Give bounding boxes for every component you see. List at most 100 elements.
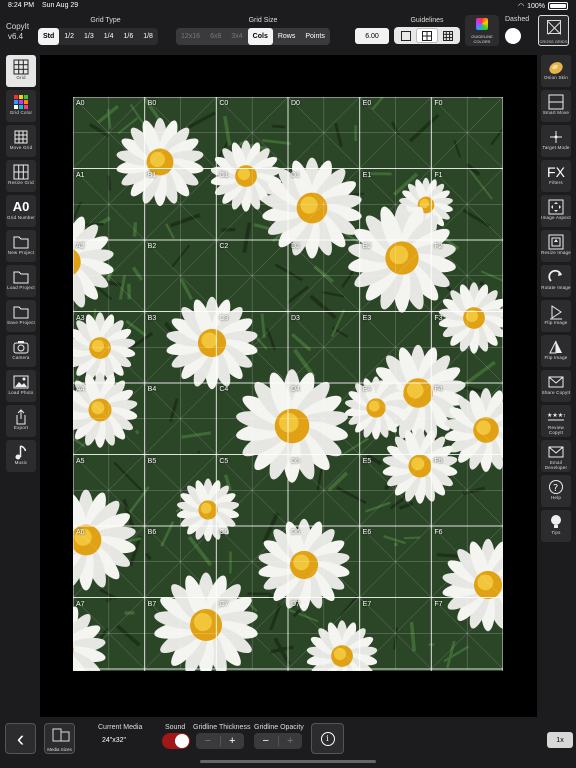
folder-icon: [12, 233, 30, 250]
smart-move-icon: [547, 93, 565, 110]
grid-cell-label: B7: [147, 600, 157, 608]
thickness-increase-button[interactable]: +: [221, 733, 245, 749]
right-tool-smart-move-button[interactable]: Smart Move: [541, 90, 571, 122]
grid-cell-label: D6: [291, 529, 300, 536]
grid-size-option-rows[interactable]: Rows: [273, 28, 301, 45]
grid-size-option-12x16[interactable]: 12x16: [176, 28, 206, 45]
left-tool-save-project-button[interactable]: Save Project: [6, 300, 36, 332]
square-icon: [400, 30, 411, 41]
left-tool-label: Export: [13, 425, 29, 430]
right-tool-help-button[interactable]: ? Help: [541, 475, 571, 507]
right-tool-label: Flip Image: [544, 355, 568, 360]
grid-type-option-1-2[interactable]: 1/2: [59, 28, 79, 45]
right-tool-flip-image-2-button[interactable]: Flip Image: [541, 335, 571, 367]
right-tool-filters-button[interactable]: FX Filters: [541, 160, 571, 192]
grid-cell-label: A0: [76, 100, 85, 107]
status-bar: 8:24 PM Sun Aug 29 ◠ 100%: [0, 0, 576, 13]
left-tool-new-project-button[interactable]: New Project: [6, 230, 36, 262]
grid-cell-label: F3: [434, 314, 443, 322]
right-tool-image-aspect-button[interactable]: Image Aspect: [541, 195, 571, 227]
left-tool-grid-color-button[interactable]: Grid Color: [6, 90, 36, 122]
thickness-decrease-button[interactable]: −: [196, 733, 220, 749]
grid-cell-label: F7: [434, 600, 443, 608]
left-tool-grid-number-button[interactable]: A0 Grid Number: [6, 195, 36, 227]
left-tool-resize-grid-button[interactable]: Resize Grid: [6, 160, 36, 192]
grid-type-option-std[interactable]: Std: [38, 28, 60, 45]
media-sizes-button[interactable]: Media Sizes: [44, 723, 75, 754]
right-tool-email-developer-button[interactable]: Email Developer: [541, 440, 571, 472]
gridline-thickness-stepper[interactable]: − +: [196, 733, 244, 749]
guidelines-label: Guidelines: [410, 17, 444, 24]
guideline-none-option[interactable]: [396, 29, 415, 42]
grid-cell-label: B3: [147, 314, 157, 322]
left-tool-label: Load Project: [7, 285, 35, 290]
mail-icon: [547, 443, 565, 460]
gridline-opacity-stepper[interactable]: − +: [254, 733, 302, 749]
right-tool-label: Smart Move: [542, 110, 570, 115]
grid-cell-label: F6: [434, 529, 443, 536]
left-tool-export-button[interactable]: Export: [6, 405, 36, 437]
move-grid-icon: [12, 128, 30, 145]
grid-cell-label: C7: [219, 600, 229, 608]
grid-cell-label: D5: [291, 457, 300, 465]
cross-grids-button[interactable]: CROSS GRIDS: [538, 15, 569, 46]
right-tool-review-copyit-button[interactable]: ★★★★★ Review CopyIt: [541, 405, 571, 437]
grid-type-option-1-6[interactable]: 1/6: [118, 28, 138, 45]
right-tool-label: Flip Image: [544, 320, 568, 325]
grid-cell-label: D3: [291, 314, 300, 322]
guideline-grid-option[interactable]: [417, 29, 437, 42]
opacity-decrease-button[interactable]: −: [254, 733, 278, 749]
left-tool-grid-button[interactable]: Grid: [6, 55, 36, 87]
zoom-level-badge[interactable]: 1x: [547, 732, 573, 748]
grid-cell-label: C5: [219, 457, 229, 465]
left-tool-load-photo-button[interactable]: Load Photo: [6, 370, 36, 402]
grid-cell-label: E4: [362, 386, 372, 393]
right-tool-label: Filters: [549, 180, 563, 185]
right-tool-resize-image-button[interactable]: Resize Image: [541, 230, 571, 262]
right-tool-share-copyit-button[interactable]: Share CopyIt: [541, 370, 571, 402]
opacity-increase-button[interactable]: +: [279, 733, 303, 749]
right-tool-label: Email Developer: [544, 460, 568, 470]
grid-size-option-cols[interactable]: Cols: [247, 28, 273, 45]
right-tool-target-mode-button[interactable]: Target Mode: [541, 125, 571, 157]
stars-icon: ★★★★★: [547, 408, 565, 425]
left-tool-label: Grid Color: [9, 110, 33, 115]
guideline-fine-grid-option[interactable]: [439, 29, 458, 42]
cross-grid-icon: [547, 20, 561, 34]
grid-type-segmented-control[interactable]: Std 1/2 1/3 1/4 1/6 1/8: [38, 28, 158, 45]
gridline-thickness-label: Gridline Thickness: [193, 724, 251, 731]
left-tool-move-grid-button[interactable]: Move Grid: [6, 125, 36, 157]
guidelines-segmented-control[interactable]: [394, 27, 460, 44]
back-button[interactable]: ‹: [5, 723, 36, 754]
grid-cell-label: E6: [362, 529, 372, 536]
right-tool-flip-image-button[interactable]: Flip Image: [541, 300, 571, 332]
grid-size-segmented-control[interactable]: 12x16 6x8 3x4 Cols Rows Points: [176, 28, 330, 45]
sound-label: Sound: [165, 724, 186, 731]
right-tool-label: Image Aspect: [541, 215, 571, 220]
right-tool-tips-button[interactable]: Tips: [541, 510, 571, 542]
app-version: v6.4: [8, 32, 24, 41]
grid-overlay[interactable]: A0 A1 A2 A3 A4 A5 A6 A7 B0 B1 B2 B3 B4 B5 B6 B7 C0 C1 C2 C3…: [73, 97, 503, 671]
guideline-colors-button[interactable]: GUIDELINE COLORS: [465, 15, 499, 46]
grid-cell-label: E5: [362, 457, 372, 465]
grid-type-option-1-4[interactable]: 1/4: [99, 28, 119, 45]
left-tool-load-project-button[interactable]: Load Project: [6, 265, 36, 297]
right-tool-rotate-image-button[interactable]: Rotate Image: [541, 265, 571, 297]
current-media-value[interactable]: 24"x32": [102, 737, 126, 744]
grid-size-option-6x8[interactable]: 6x8: [205, 28, 227, 45]
grid-cell-label: E1: [362, 171, 372, 179]
grid-type-option-1-3[interactable]: 1/3: [79, 28, 99, 45]
grid-size-value-field[interactable]: 6.00: [355, 28, 389, 44]
sound-toggle[interactable]: [162, 733, 190, 749]
flip-vertical-icon: [547, 338, 565, 355]
grid-lines: [73, 97, 503, 671]
grid-size-option-points[interactable]: Points: [300, 28, 329, 45]
info-button[interactable]: i: [311, 723, 344, 754]
grid-cell-label: B6: [147, 529, 157, 536]
grid-size-option-3x4[interactable]: 3x4: [226, 28, 248, 45]
dashed-toggle[interactable]: [505, 28, 521, 44]
left-tool-camera-button[interactable]: Camera: [6, 335, 36, 367]
grid-type-option-1-8[interactable]: 1/8: [138, 28, 158, 45]
left-tool-music-button[interactable]: Music: [6, 440, 36, 472]
right-tool-onion-skin-button[interactable]: Onion Skin: [541, 55, 571, 87]
